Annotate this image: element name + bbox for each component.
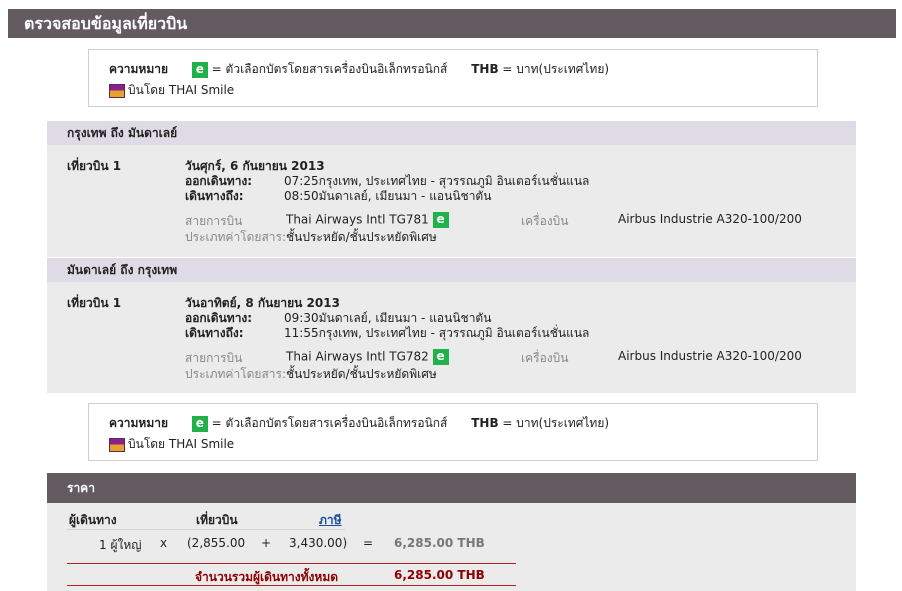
line-total: 6,285.00 THB — [394, 536, 485, 550]
legend-e-text: = ตัวเลือกบัตรโดยสารเครื่องบินอิเล็กทรอน… — [211, 416, 448, 430]
divider — [67, 529, 345, 530]
col-flight: เที่ยวบิน — [196, 513, 238, 527]
aircraft-label: เครื่องบิน — [521, 214, 569, 228]
airline-value: Thai Airways Intl TG782 e — [286, 349, 449, 365]
flight-amount: (2,855.00 — [187, 536, 246, 550]
page-title: ตรวจสอบข้อมูลเที่ยวบิน — [8, 9, 896, 38]
segment-return: เที่ยวบิน 1 วันอาทิตย์, 8 กันยายน 2013 อ… — [47, 282, 856, 393]
route-title-outbound: กรุงเทพ ถึง มันดาเลย์ — [47, 121, 856, 145]
price-table: ผู้เดินทาง เที่ยวบิน ภาษี 1 ผู้ใหญ่ x (2… — [47, 503, 856, 591]
thai-smile-icon — [109, 83, 125, 98]
tax-amount: 3,430.00) — [289, 536, 348, 550]
aircraft-value: Airbus Industrie A320-100/200 — [618, 212, 802, 226]
legend-row: ความหมาย e = ตัวเลือกบัตรโดยสารเครื่องบิ… — [109, 60, 609, 78]
legend-row: ความหมาย e = ตัวเลือกบัตรโดยสารเครื่องบิ… — [109, 414, 609, 432]
legend-smile-text: บินโดย THAI Smile — [128, 83, 235, 97]
legend-smile-row: บินโดย THAI Smile — [109, 435, 234, 453]
times-sign: x — [160, 536, 168, 550]
passenger-count: 1 ผู้ใหญ่ — [99, 538, 142, 552]
e-ticket-icon: e — [191, 415, 208, 432]
legend-box: ความหมาย e = ตัวเลือกบัตรโดยสารเครื่องบิ… — [88, 403, 818, 461]
fare-value: ชั้นประหยัด/ชั้นประหยัดพิเศษ — [286, 367, 437, 381]
divider — [67, 585, 516, 586]
arrive-label: เดินทางถึง: — [185, 326, 244, 340]
legend-thb-text: = บาท(ประเทศไทย) — [502, 62, 610, 76]
legend-thb-text: = บาท(ประเทศไทย) — [502, 416, 610, 430]
e-ticket-icon: e — [191, 61, 208, 78]
flight-label: เที่ยวบิน 1 — [67, 296, 122, 310]
legend-thb-code: THB — [471, 62, 499, 76]
flight-label: เที่ยวบิน 1 — [67, 159, 122, 173]
arrive-value: 11:55กรุงเทพ, ประเทศไทย - สุวรรณภูมิ อิน… — [284, 326, 590, 340]
legend-meaning-label: ความหมาย — [109, 62, 169, 76]
fare-label: ประเภทค่าโดยสาร: — [185, 367, 287, 381]
equals-sign: = — [363, 536, 374, 550]
arrive-value: 08:50มันดาเลย์, เมียนมา - แอนนิชาตัน — [284, 189, 492, 203]
airline-name: Thai Airways Intl TG781 — [286, 212, 429, 227]
price-title: ราคา — [47, 473, 856, 503]
col-passenger: ผู้เดินทาง — [69, 513, 117, 527]
airline-name: Thai Airways Intl TG782 — [286, 349, 429, 364]
route-title-return: มันดาเลย์ ถึง กรุงเทพ — [47, 258, 856, 282]
grand-total-value: 6,285.00 THB — [394, 568, 485, 582]
divider — [67, 563, 516, 564]
legend-smile-row: บินโดย THAI Smile — [109, 81, 234, 99]
aircraft-label: เครื่องบิน — [521, 351, 569, 365]
legend-box: ความหมาย e = ตัวเลือกบัตรโดยสารเครื่องบิ… — [88, 49, 818, 107]
legend-thb-code: THB — [471, 416, 499, 430]
tax-link[interactable]: ภาษี — [319, 511, 342, 530]
fare-value: ชั้นประหยัด/ชั้นประหยัดพิเศษ — [286, 230, 437, 244]
legend-meaning-label: ความหมาย — [109, 416, 169, 430]
e-ticket-icon: e — [432, 212, 449, 228]
legend-e-text: = ตัวเลือกบัตรโดยสารเครื่องบินอิเล็กทรอน… — [211, 62, 448, 76]
thai-smile-icon — [109, 437, 125, 452]
segment-outbound: เที่ยวบิน 1 วันศุกร์, 6 กันยายน 2013 ออก… — [47, 145, 856, 257]
e-ticket-icon: e — [432, 349, 449, 365]
arrive-label: เดินทางถึง: — [185, 189, 244, 203]
legend-smile-text: บินโดย THAI Smile — [128, 437, 235, 451]
fare-label: ประเภทค่าโดยสาร: — [185, 230, 287, 244]
airline-value: Thai Airways Intl TG781 e — [286, 212, 449, 228]
aircraft-value: Airbus Industrie A320-100/200 — [618, 349, 802, 363]
plus-sign: + — [261, 536, 272, 550]
